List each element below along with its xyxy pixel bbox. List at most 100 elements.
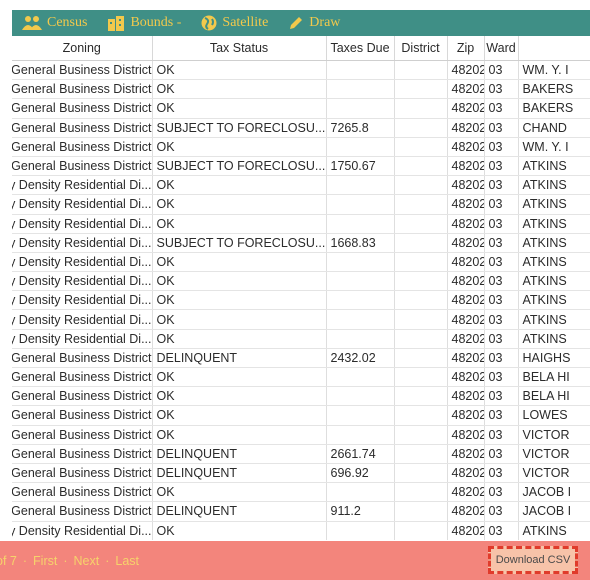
column-header[interactable]: Tax Status [152, 36, 327, 61]
table-row[interactable]: Two-Family Density Residential Di...OK 48… [12, 290, 590, 311]
table-cell: HAIGHS [518, 348, 590, 369]
zoning-text: General Business District [12, 82, 152, 97]
zoning-text: Two-Family Density Residential Di... [12, 293, 152, 308]
table-cell: WM. Y. I [518, 60, 590, 81]
table-row[interactable]: General Business District OK 48202 03 BAKERS [12, 98, 590, 119]
column-header[interactable]: Taxes Due [326, 36, 395, 61]
table-row[interactable]: Two-Family Density Residential Di...OK 48… [12, 175, 590, 196]
table-cell: 48202 [447, 271, 485, 292]
parcel-table-container[interactable]: Zoning Tax Status Taxes Due District Zip Ward… [12, 36, 590, 540]
table-row[interactable]: Two-Family Density Residential Di...OK 48… [12, 271, 590, 292]
zoning-text: General Business District [12, 408, 152, 423]
table-row[interactable]: General Business District DELINQUENT 911.2… [12, 501, 590, 522]
table-row[interactable]: General Business District OK 48202 03 LOWES [12, 405, 590, 426]
column-header[interactable]: District [394, 36, 448, 61]
zoning-text: Two-Family Density Residential Di... [12, 235, 152, 250]
table-cell: 03 [484, 175, 519, 196]
next-page-link[interactable]: Next [74, 554, 100, 568]
table-cell: ATKINS [518, 175, 590, 196]
zoning-text: Two-Family Density Residential Di... [12, 274, 152, 289]
table-cell: 03 [484, 137, 519, 157]
column-header[interactable]: Ward [484, 36, 519, 61]
table-row[interactable]: Two-Family Density Residential Di...OK 48… [12, 329, 590, 349]
table-cell [394, 290, 448, 311]
table-cell: 03 [484, 444, 519, 464]
column-header[interactable] [518, 36, 590, 61]
table-cell [326, 521, 395, 540]
table-cell: OK [152, 214, 327, 234]
table-cell: DELINQUENT [152, 444, 327, 464]
table-cell: General Business District [12, 137, 153, 157]
first-page-link[interactable]: First [33, 554, 57, 568]
table-header-row: Zoning Tax Status Taxes Due District Zip Ward [12, 36, 590, 61]
table-row[interactable]: General Business District OK 48202 03 WM. Y.… [12, 137, 590, 157]
table-cell: 03 [484, 290, 519, 311]
table-row[interactable]: General Business District OK 48202 03 VICTOR [12, 425, 590, 445]
table-cell: 03 [484, 98, 519, 119]
table-cell [394, 156, 448, 177]
table-cell: 7265.8 [326, 118, 395, 138]
table-cell: 48202 [447, 252, 485, 273]
table-cell [394, 329, 448, 349]
table-row[interactable]: General Business District DELINQUENT 696.9… [12, 463, 590, 484]
table-cell: 696.92 [326, 463, 395, 484]
table-cell: ATKINS [518, 252, 590, 273]
table-cell: 2432.02 [326, 348, 395, 369]
zoning-text: General Business District [12, 485, 152, 500]
page-count: of 7 [0, 553, 17, 568]
table-row[interactable]: General Business District DELINQUENT 2661.… [12, 444, 590, 464]
table-cell: General Business District [12, 405, 153, 426]
table-cell: 03 [484, 118, 519, 138]
table-row[interactable]: General Business District SUBJECT TO FORE… [12, 118, 590, 138]
table-cell [394, 252, 448, 273]
table-cell [326, 214, 395, 234]
table-row[interactable]: General Business District OK 48202 03 BELA H… [12, 386, 590, 407]
table-row[interactable]: Two-Family Density Residential Di...OK 48… [12, 309, 590, 330]
table-cell: 03 [484, 214, 519, 234]
table-cell: General Business District [12, 348, 153, 369]
table-cell: 48202 [447, 156, 485, 177]
table-row[interactable]: Two-Family Density Residential Di...OK 48… [12, 521, 590, 540]
zoning-text: General Business District [12, 101, 152, 116]
table-cell [326, 98, 395, 119]
table-cell: 03 [484, 60, 519, 81]
table-row[interactable]: General Business District OK 48202 03 BAKERS [12, 79, 590, 100]
column-header[interactable]: Zip [447, 36, 485, 61]
download-csv-button[interactable]: Download CSV [488, 546, 578, 574]
zoning-text: Two-Family Density Residential Di... [12, 197, 152, 212]
table-row[interactable]: Two-Family Density Residential Di...OK 48… [12, 214, 590, 234]
table-cell [326, 405, 395, 426]
satellite-button[interactable]: Satellite [201, 15, 268, 31]
zoning-text: Two-Family Density Residential Di... [12, 216, 152, 231]
table-row[interactable]: General Business District SUBJECT TO FORE… [12, 156, 590, 177]
table-row[interactable]: General Business District DELINQUENT 2432.… [12, 348, 590, 369]
table-cell: 1668.83 [326, 233, 395, 253]
table-cell: SUBJECT TO FORECLOSU... [152, 156, 327, 177]
table-cell: OK [152, 482, 327, 503]
zoning-text: Two-Family Density Residential Di... [12, 312, 152, 327]
table-cell: 48202 [447, 137, 485, 157]
satellite-label: Satellite [222, 15, 269, 30]
table-cell [394, 386, 448, 407]
table-row[interactable]: Two-Family Density Residential Di...SUBJ… [12, 233, 590, 253]
table-cell: Two-Family Density Residential Di... [12, 252, 153, 273]
separator: · [63, 553, 68, 568]
last-page-link[interactable]: Last [115, 554, 139, 568]
table-cell: OK [152, 405, 327, 426]
census-button[interactable]: Census [22, 15, 87, 31]
table-row[interactable]: General Business District OK 48202 03 WM. Y.… [12, 60, 590, 81]
draw-button[interactable]: Draw [288, 15, 340, 31]
table-row[interactable]: Two-Family Density Residential Di...OK 48… [12, 194, 590, 215]
table-cell: OK [152, 137, 327, 157]
table-cell: 48202 [447, 463, 485, 484]
column-header[interactable]: Zoning [12, 36, 153, 61]
table-row[interactable]: General Business District OK 48202 03 BELA H… [12, 367, 590, 388]
table-cell: 1750.67 [326, 156, 395, 177]
bounds-dropdown[interactable]: Bounds - [107, 15, 181, 31]
table-row[interactable]: General Business District OK 48202 03 JACOB … [12, 482, 590, 503]
table-cell: BAKERS [518, 98, 590, 119]
table-cell [394, 482, 448, 503]
table-cell: 48202 [447, 386, 485, 407]
table-cell [394, 425, 448, 445]
table-row[interactable]: Two-Family Density Residential Di...OK 48… [12, 252, 590, 273]
